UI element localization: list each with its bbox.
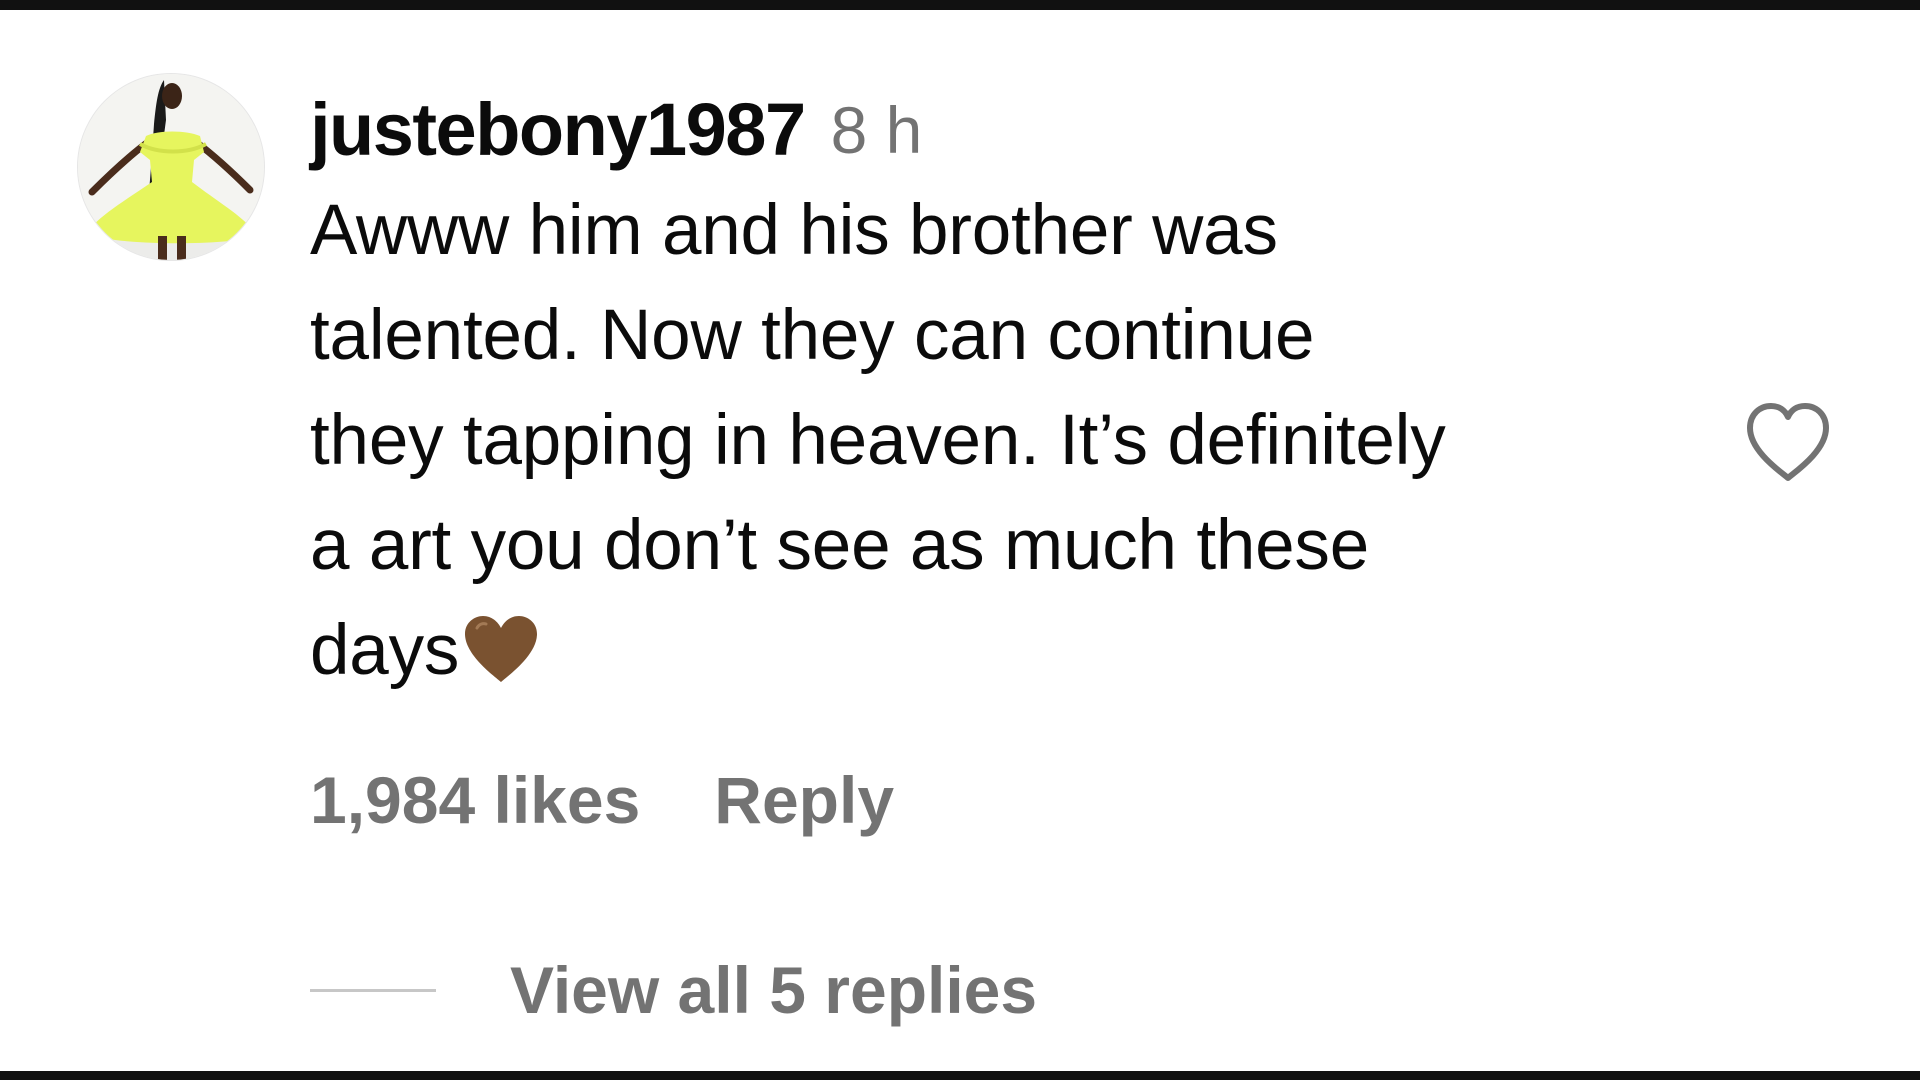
view-replies-label: View all 5 replies [510,953,1038,1027]
view-replies-button[interactable]: View all 5 replies [310,950,1037,1030]
replies-divider [310,988,436,992]
comment-timestamp: 8 h [830,93,923,167]
comment-text-line: Awww him and his brother was [310,191,1278,270]
comment-text: Awww him and his brother was talented. N… [310,178,1710,703]
heart-outline-icon[interactable] [1742,398,1834,490]
top-frame-border [0,0,1920,10]
brown-heart-icon [465,616,538,682]
comment-text-line: they tapping in heaven. It’s definitely [310,401,1446,480]
avatar[interactable] [78,74,264,260]
username-link[interactable]: justebony1987 [310,93,806,167]
comment-body: justebony1987 8 h Awww him and his broth… [310,82,1710,703]
comment-text-line: talented. Now they can continue [310,296,1315,375]
comment-text-line: a art you don’t see as much these [310,506,1370,585]
comment-item: justebony1987 8 h Awww him and his broth… [0,10,1920,1071]
comment-text-fragment: days [310,611,460,690]
bottom-frame-border [0,1071,1920,1080]
likes-count-button[interactable]: 1,984 likes [310,762,640,838]
reply-button[interactable]: Reply [714,762,894,838]
profile-avatar-icon [78,74,264,260]
comment-header: justebony1987 8 h [310,82,1710,178]
comment-text-line-last: days [310,598,1710,703]
comment-actions: 1,984 likes Reply [310,760,894,840]
